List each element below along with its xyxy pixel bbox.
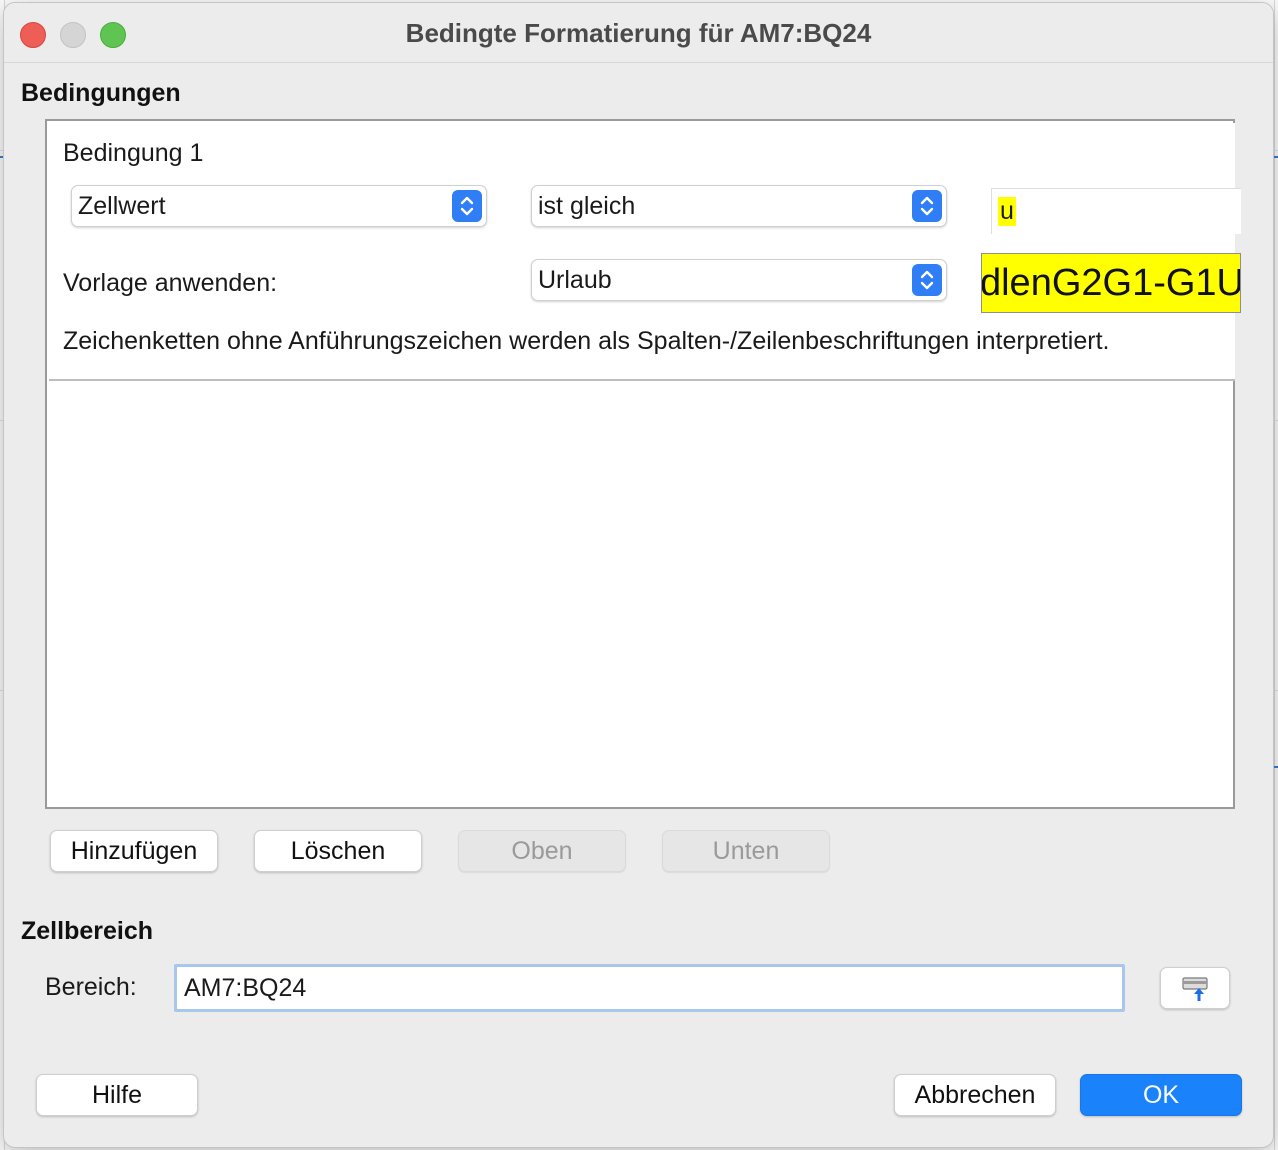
shrink-dialog-icon <box>1182 977 1208 1001</box>
range-label: Bereich: <box>45 973 137 1001</box>
move-up-button[interactable]: Oben <box>458 830 626 872</box>
condition-title: Bedingung 1 <box>63 139 204 167</box>
shrink-dialog-button[interactable] <box>1160 967 1230 1009</box>
title-bar: Bedingte Formatierung für AM7:BQ24 <box>4 3 1273 63</box>
ok-button[interactable]: OK <box>1080 1074 1242 1116</box>
delete-button[interactable]: Löschen <box>254 830 422 872</box>
condition-value: u <box>998 197 1016 226</box>
apply-style-label: Vorlage anwenden: <box>63 269 278 297</box>
operator-select[interactable]: ist gleich <box>531 185 947 227</box>
conditions-section-label: Bedingungen <box>21 79 181 107</box>
condition-hint-text: Zeichenketten ohne Anführungszeichen wer… <box>63 327 1110 355</box>
dialog-title: Bedingte Formatierung für AM7:BQ24 <box>405 18 872 48</box>
move-down-button[interactable]: Unten <box>662 830 830 872</box>
style-value: Urlaub <box>538 266 612 294</box>
style-select[interactable]: Urlaub <box>531 259 947 301</box>
condition-value-input[interactable]: u <box>991 188 1241 234</box>
condition-type-value: Zellwert <box>78 192 166 220</box>
operator-value: ist gleich <box>538 192 636 220</box>
range-input[interactable]: AM7:BQ24 <box>174 964 1125 1012</box>
help-button[interactable]: Hilfe <box>36 1074 198 1116</box>
select-stepper-icon <box>912 190 942 222</box>
cell-range-section-label: Zellbereich <box>21 917 153 945</box>
style-preview: adlenG2G1-G1U <box>981 253 1241 313</box>
select-stepper-icon <box>452 190 482 222</box>
add-button[interactable]: Hinzufügen <box>50 830 218 872</box>
conditions-list[interactable]: Bedingung 1 Zellwert ist gleich u Vorlag… <box>45 119 1241 809</box>
cancel-button[interactable]: Abbrechen <box>894 1074 1056 1116</box>
style-preview-text: adlenG2G1-G1U <box>981 262 1241 304</box>
conditional-formatting-dialog: Bedingte Formatierung für AM7:BQ24 Bedin… <box>3 2 1274 1148</box>
select-stepper-icon <box>912 264 942 296</box>
condition-entry[interactable]: Bedingung 1 Zellwert ist gleich u Vorlag… <box>49 123 1241 381</box>
condition-type-select[interactable]: Zellwert <box>71 185 487 227</box>
